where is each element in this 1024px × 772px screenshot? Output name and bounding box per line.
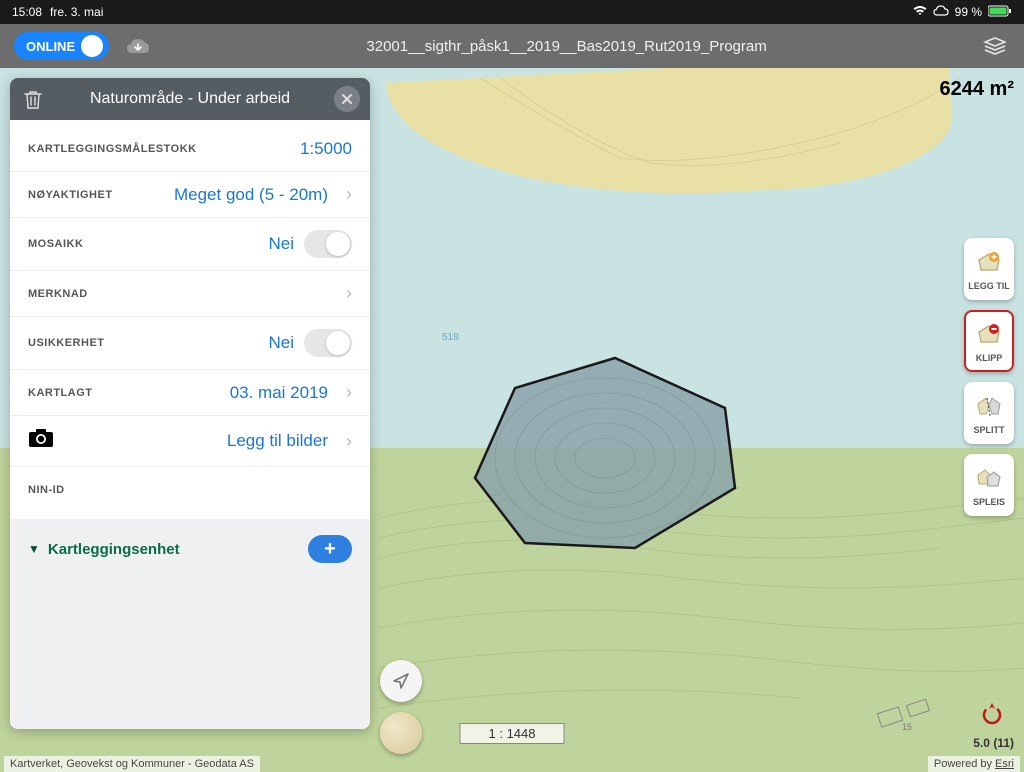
tool-add[interactable]: LEGG TIL [964, 238, 1014, 300]
mosaic-toggle[interactable] [304, 230, 352, 258]
top-toolbar: ONLINE 32001__sigthr_påsk1__2019__Bas201… [0, 24, 1024, 68]
panel-body: KARTLEGGINGSMÅLESTOKK 1:5000 NØYAKTIGHET… [10, 120, 370, 519]
mapped-value: 03. mai 2019 [230, 383, 328, 403]
photos-action: Legg til bilder [227, 431, 328, 451]
tool-split[interactable]: SPLITT [964, 382, 1014, 444]
tool-merge-label: SPLEIS [973, 497, 1005, 507]
map-tools: LEGG TIL KLIPP SPLITT SPLEIS [964, 238, 1014, 516]
cloud-sync-icon [933, 5, 949, 20]
map-buildings: 15 [874, 692, 934, 732]
cloud-download-button[interactable] [123, 31, 153, 61]
split-polygon-icon [974, 392, 1004, 422]
compass-value: 5.0 (11) [973, 736, 1014, 750]
clip-polygon-icon [974, 320, 1004, 350]
online-label: ONLINE [26, 39, 75, 54]
mosaic-value: Nei [268, 234, 294, 254]
row-photos[interactable]: Legg til bilder › [10, 416, 370, 467]
selected-polygon[interactable] [455, 348, 755, 558]
basemap-button[interactable] [380, 712, 422, 754]
online-knob [81, 35, 103, 57]
accuracy-value: Meget god (5 - 20m) [174, 185, 328, 205]
row-nin: NIN-ID [10, 467, 370, 513]
row-note[interactable]: MERKNAD › [10, 271, 370, 317]
panel-section[interactable]: ▼ Kartleggingsenhet + [10, 519, 370, 579]
esri-link[interactable]: Esri [995, 758, 1014, 770]
tool-split-label: SPLITT [974, 425, 1005, 435]
note-label: MERKNAD [28, 288, 338, 300]
row-mapped[interactable]: KARTLAGT 03. mai 2019 › [10, 370, 370, 416]
chevron-right-icon: › [346, 283, 352, 304]
mapped-label: KARTLAGT [28, 387, 230, 399]
section-title: Kartleggingsenhet [48, 541, 308, 558]
attribution-right: Powered by Esri [928, 756, 1020, 772]
status-bar: 15:08 fre. 3. mai 99 % [0, 0, 1024, 24]
row-accuracy[interactable]: NØYAKTIGHET Meget god (5 - 20m) › [10, 172, 370, 218]
camera-icon [28, 428, 54, 454]
map-scale: 1 : 1448 [460, 723, 565, 744]
locate-button[interactable] [380, 660, 422, 702]
caret-down-icon: ▼ [28, 542, 40, 556]
add-polygon-icon [974, 248, 1004, 278]
scale-label: KARTLEGGINGSMÅLESTOKK [28, 143, 300, 155]
uncertainty-toggle[interactable] [304, 329, 352, 357]
feature-panel: Naturområde - Under arbeid KARTLEGGINGSM… [10, 78, 370, 729]
tool-merge[interactable]: SPLEIS [964, 454, 1014, 516]
area-badge: 6244 m² [940, 78, 1015, 101]
main-area: 518 15 6244 m² Naturområde - [0, 68, 1024, 772]
depth-label: 518 [442, 332, 459, 343]
uncertainty-label: USIKKERHET [28, 337, 268, 349]
project-title: 32001__sigthr_påsk1__2019__Bas2019_Rut20… [153, 38, 980, 55]
panel-header: Naturområde - Under arbeid [10, 78, 370, 120]
chevron-right-icon: › [346, 382, 352, 403]
mosaic-label: MOSAIKK [28, 238, 268, 250]
battery-icon [988, 5, 1012, 20]
status-time: 15:08 [12, 5, 42, 19]
tool-clip[interactable]: KLIPP [964, 310, 1014, 372]
add-unit-button[interactable]: + [308, 535, 352, 563]
battery-percent: 99 % [955, 5, 982, 19]
float-buttons [380, 660, 422, 754]
svg-text:15: 15 [902, 722, 912, 732]
status-date: fre. 3. mai [50, 5, 103, 19]
chevron-right-icon: › [346, 431, 352, 452]
scale-value: 1:5000 [300, 139, 352, 159]
delete-button[interactable] [20, 86, 46, 112]
nin-label: NIN-ID [28, 484, 352, 496]
row-mosaic: MOSAIKK Nei [10, 218, 370, 271]
merge-polygon-icon [974, 464, 1004, 494]
panel-fill [10, 579, 370, 729]
uncertainty-value: Nei [268, 333, 294, 353]
tool-clip-label: KLIPP [976, 353, 1003, 363]
compass-button[interactable] [980, 701, 1004, 732]
panel-title: Naturområde - Under arbeid [46, 90, 334, 108]
attribution-left: Kartverket, Geovekst og Kommuner - Geoda… [4, 756, 260, 772]
row-scale[interactable]: KARTLEGGINGSMÅLESTOKK 1:5000 [10, 126, 370, 172]
tool-add-label: LEGG TIL [968, 281, 1010, 291]
close-button[interactable] [334, 86, 360, 112]
accuracy-label: NØYAKTIGHET [28, 189, 174, 201]
wifi-icon [913, 5, 927, 20]
layers-button[interactable] [980, 31, 1010, 61]
row-uncertainty: USIKKERHET Nei [10, 317, 370, 370]
online-toggle[interactable]: ONLINE [14, 32, 109, 60]
chevron-right-icon: › [346, 184, 352, 205]
